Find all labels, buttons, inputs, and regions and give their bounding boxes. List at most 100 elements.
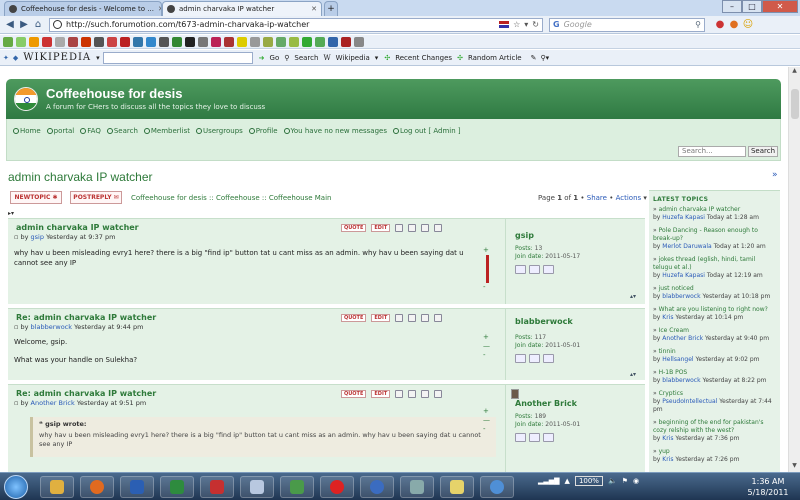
bookmark-icon[interactable] bbox=[159, 36, 169, 47]
vote-up-icon[interactable]: + bbox=[483, 246, 489, 254]
close-tab-icon[interactable]: ✕ bbox=[154, 5, 161, 13]
recent-changes-button[interactable]: Recent Changes bbox=[395, 54, 452, 62]
nav-profile[interactable]: Profile bbox=[248, 127, 278, 135]
browser-tab-2-active[interactable]: admin charvaka IP watcher ✕ bbox=[162, 1, 322, 16]
topic-title[interactable]: admin charvaka IP watcher bbox=[8, 170, 153, 184]
post-author-link[interactable]: gsip bbox=[31, 233, 44, 241]
page-scrollbar[interactable]: ▲ ▼ bbox=[788, 67, 800, 472]
bookmark-icon[interactable] bbox=[302, 36, 312, 47]
bookmark-icon[interactable] bbox=[3, 36, 13, 47]
taskbar-talk-icon[interactable] bbox=[480, 476, 514, 498]
taskbar-app-icon[interactable] bbox=[280, 476, 314, 498]
expand-sidebar-icon[interactable]: » bbox=[772, 170, 778, 180]
dropdown-icon[interactable]: ▾ bbox=[546, 54, 550, 62]
bookmark-icon[interactable] bbox=[146, 36, 156, 47]
delete-icon[interactable] bbox=[395, 390, 404, 398]
taskbar-pdf-icon[interactable] bbox=[200, 476, 234, 498]
pm-icon[interactable] bbox=[529, 433, 540, 442]
taskbar-opera-icon[interactable] bbox=[320, 476, 354, 498]
pencil-icon[interactable]: ✎ bbox=[531, 54, 537, 62]
sort-arrows-icon[interactable]: ▸▾ bbox=[8, 210, 14, 217]
firefox-menu-icon[interactable]: ● bbox=[727, 18, 741, 32]
dropdown-icon[interactable]: ▾ bbox=[375, 54, 379, 62]
bookmark-icon[interactable] bbox=[81, 36, 91, 47]
random-article-button[interactable]: Random Article bbox=[468, 54, 522, 62]
actions-link[interactable]: Actions bbox=[616, 194, 642, 202]
email-icon[interactable] bbox=[543, 265, 554, 274]
latest-topic-link[interactable]: beginning of the end for pakistan's cozy… bbox=[653, 419, 764, 434]
taskbar-firefox-icon[interactable] bbox=[80, 476, 114, 498]
edit-button[interactable]: EDIT bbox=[371, 390, 391, 398]
taskbar-notes-icon[interactable] bbox=[440, 476, 474, 498]
bookmark-icon[interactable] bbox=[328, 36, 338, 47]
dropdown-icon[interactable]: ▾ bbox=[643, 194, 647, 202]
edit-button[interactable]: EDIT bbox=[371, 224, 391, 232]
maximize-button[interactable]: □ bbox=[742, 0, 762, 13]
tray-app-icon[interactable]: ◉ bbox=[633, 477, 639, 485]
nav-logout[interactable]: Log out [ Admin ] bbox=[392, 127, 461, 135]
scroll-up-icon[interactable]: ▲ bbox=[789, 67, 800, 77]
flag-icon[interactable]: ⚑ bbox=[622, 477, 628, 485]
bookmark-icon[interactable] bbox=[172, 36, 182, 47]
report-icon[interactable] bbox=[421, 314, 430, 322]
breadcrumb[interactable]: Coffeehouse for desis :: Coffeehouse :: … bbox=[131, 194, 331, 202]
forum-search-input[interactable]: Search... bbox=[678, 146, 746, 157]
quote-button[interactable]: QUOTE bbox=[341, 314, 367, 322]
dropdown-icon[interactable]: ▾ bbox=[96, 54, 100, 62]
bookmark-icon[interactable] bbox=[29, 36, 39, 47]
email-icon[interactable] bbox=[543, 433, 554, 442]
latest-topic-link[interactable]: Pole Dancing - Reason enough to break-up… bbox=[653, 227, 758, 242]
latest-topic-link[interactable]: yup bbox=[659, 448, 670, 455]
bookmark-icon[interactable] bbox=[237, 36, 247, 47]
bookmark-icon[interactable] bbox=[250, 36, 260, 47]
latest-topic-link[interactable]: H-1B POS bbox=[659, 369, 688, 376]
taskbar-word-icon[interactable] bbox=[120, 476, 154, 498]
bookmark-icon[interactable] bbox=[315, 36, 325, 47]
username[interactable]: gsip bbox=[515, 231, 534, 240]
bookmark-icon[interactable] bbox=[107, 36, 117, 47]
site-title[interactable]: Coffeehouse for desis bbox=[46, 86, 183, 101]
dropdown-icon[interactable]: ▾ bbox=[524, 20, 528, 29]
nav-memberlist[interactable]: Memberlist bbox=[143, 127, 190, 135]
vote-up-icon[interactable]: + bbox=[483, 407, 489, 415]
vote-up-icon[interactable]: + bbox=[483, 333, 489, 341]
bookmark-icon[interactable] bbox=[224, 36, 234, 47]
pm-icon[interactable] bbox=[529, 265, 540, 274]
username[interactable]: Another Brick bbox=[515, 399, 577, 408]
post-title[interactable]: Re: admin charvaka IP watcher bbox=[16, 389, 156, 398]
warn-icon[interactable] bbox=[434, 390, 443, 398]
profile-icon[interactable] bbox=[515, 354, 526, 363]
search-engine-box[interactable]: G Google ⚲ bbox=[549, 17, 705, 32]
latest-topic-link[interactable]: tinnin bbox=[659, 348, 676, 355]
bookmark-icon[interactable] bbox=[341, 36, 351, 47]
vote-down-icon[interactable]: - bbox=[483, 425, 486, 433]
profile-icon[interactable] bbox=[515, 433, 526, 442]
nav-usergroups[interactable]: Usergroups bbox=[195, 127, 243, 135]
latest-topic-link[interactable]: just noticed bbox=[659, 285, 694, 292]
ip-icon[interactable] bbox=[408, 390, 417, 398]
bookmark-icon[interactable] bbox=[263, 36, 273, 47]
wiki-search-button[interactable]: Search bbox=[294, 54, 318, 62]
addon-icon[interactable]: ☺ bbox=[741, 18, 755, 32]
bookmark-icon[interactable] bbox=[276, 36, 286, 47]
options-icon[interactable]: ◆ bbox=[13, 54, 18, 62]
bookmark-icon[interactable] bbox=[354, 36, 364, 47]
post-reply-button[interactable]: POSTREPLY ✉ bbox=[70, 191, 122, 204]
avatar[interactable] bbox=[511, 389, 519, 399]
ip-icon[interactable] bbox=[408, 314, 417, 322]
post-title[interactable]: admin charvaka IP watcher bbox=[16, 223, 139, 232]
bookmark-icon[interactable] bbox=[94, 36, 104, 47]
wiki-search-input[interactable] bbox=[102, 51, 253, 64]
username[interactable]: blabberwock bbox=[515, 317, 573, 326]
latest-topic-link[interactable]: Cryptics bbox=[659, 390, 683, 397]
post-author-link[interactable]: blabberwock bbox=[31, 323, 72, 331]
scrollbar-thumb[interactable] bbox=[791, 89, 799, 119]
delete-icon[interactable] bbox=[395, 224, 404, 232]
back-icon[interactable]: ◀ bbox=[3, 18, 17, 32]
search-icon[interactable]: ⚲ bbox=[695, 20, 701, 29]
network-icon[interactable]: ▂▃▅▇ bbox=[538, 477, 560, 485]
latest-topic-link[interactable]: What are you listening to right now? bbox=[659, 306, 768, 313]
ip-icon[interactable] bbox=[408, 224, 417, 232]
warn-icon[interactable] bbox=[434, 224, 443, 232]
address-bar[interactable]: http://such.forumotion.com/t673-admin-ch… bbox=[49, 17, 543, 32]
